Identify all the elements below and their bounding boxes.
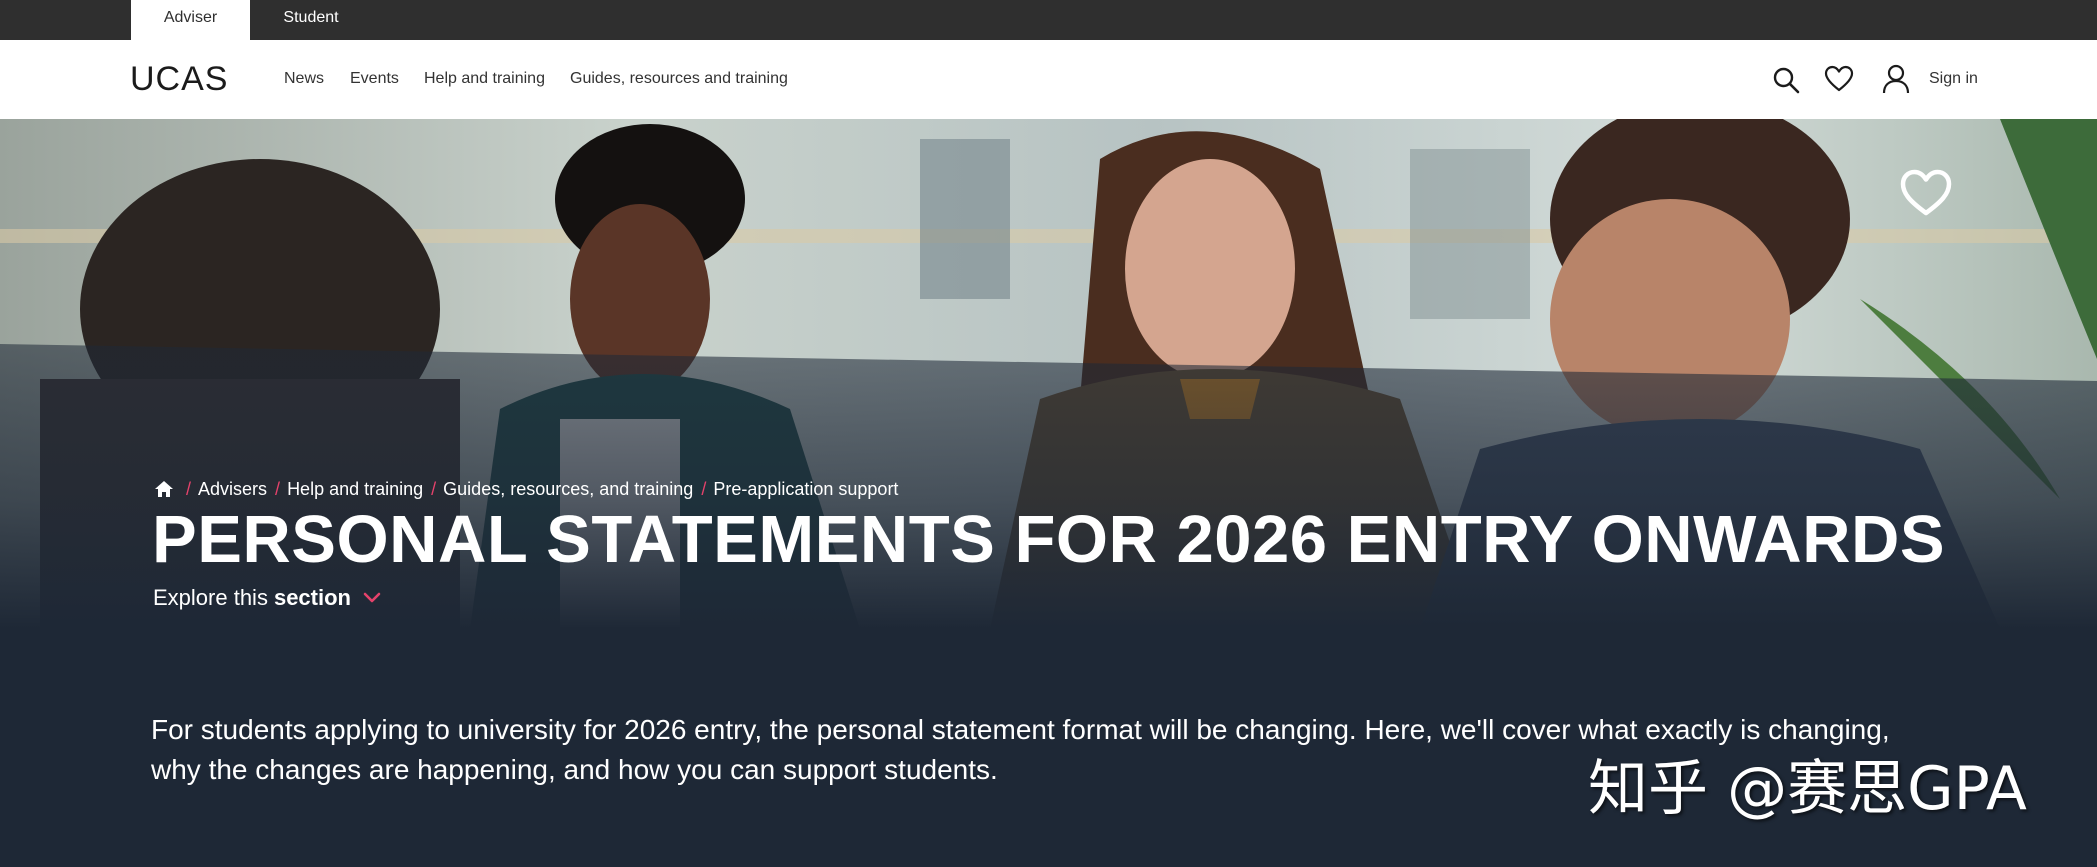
chevron-down-icon bbox=[363, 592, 381, 603]
nav-item-events[interactable]: Events bbox=[350, 70, 399, 88]
breadcrumb-separator: / bbox=[186, 478, 192, 499]
explore-bold: section bbox=[273, 585, 351, 610]
breadcrumb-item-guides-resources[interactable]: Guides, resources, and training bbox=[443, 479, 693, 500]
breadcrumb-separator: / bbox=[275, 478, 281, 499]
nav-item-help-and-training[interactable]: Help and training bbox=[424, 70, 545, 88]
home-icon[interactable] bbox=[154, 480, 174, 498]
breadcrumb-separator: / bbox=[431, 478, 437, 499]
user-icon[interactable] bbox=[1882, 64, 1910, 94]
hero-banner: / Advisers / Help and training / Guides,… bbox=[0, 119, 2097, 629]
sign-in-link[interactable]: Sign in bbox=[1929, 70, 1978, 88]
search-icon[interactable] bbox=[1772, 66, 1800, 94]
nav-item-guides-resources[interactable]: Guides, resources and training bbox=[570, 70, 788, 88]
explore-prefix: Explore this bbox=[153, 585, 268, 610]
main-navigation: UCAS News Events Help and training Guide… bbox=[0, 40, 2097, 119]
breadcrumb-item-advisers[interactable]: Advisers bbox=[198, 479, 267, 500]
watermark: 知乎 @赛思GPA bbox=[1588, 754, 2027, 824]
explore-section-toggle[interactable]: Explore this section bbox=[153, 585, 381, 611]
nav-item-news[interactable]: News bbox=[284, 70, 324, 88]
heart-icon[interactable] bbox=[1824, 65, 1854, 93]
save-favourite-heart-icon[interactable] bbox=[1900, 169, 1952, 217]
audience-bar: Adviser Student bbox=[0, 0, 2097, 40]
breadcrumb-item-help-and-training[interactable]: Help and training bbox=[287, 479, 423, 500]
breadcrumb: / Advisers / Help and training / Guides,… bbox=[154, 477, 898, 501]
tab-student[interactable]: Student bbox=[270, 0, 352, 40]
breadcrumb-separator: / bbox=[701, 478, 707, 499]
tab-adviser[interactable]: Adviser bbox=[131, 0, 250, 40]
ucas-logo[interactable]: UCAS bbox=[130, 60, 228, 99]
breadcrumb-item-pre-application-support[interactable]: Pre-application support bbox=[713, 479, 898, 500]
page-title: PERSONAL STATEMENTS FOR 2026 ENTRY ONWAR… bbox=[152, 502, 1946, 577]
